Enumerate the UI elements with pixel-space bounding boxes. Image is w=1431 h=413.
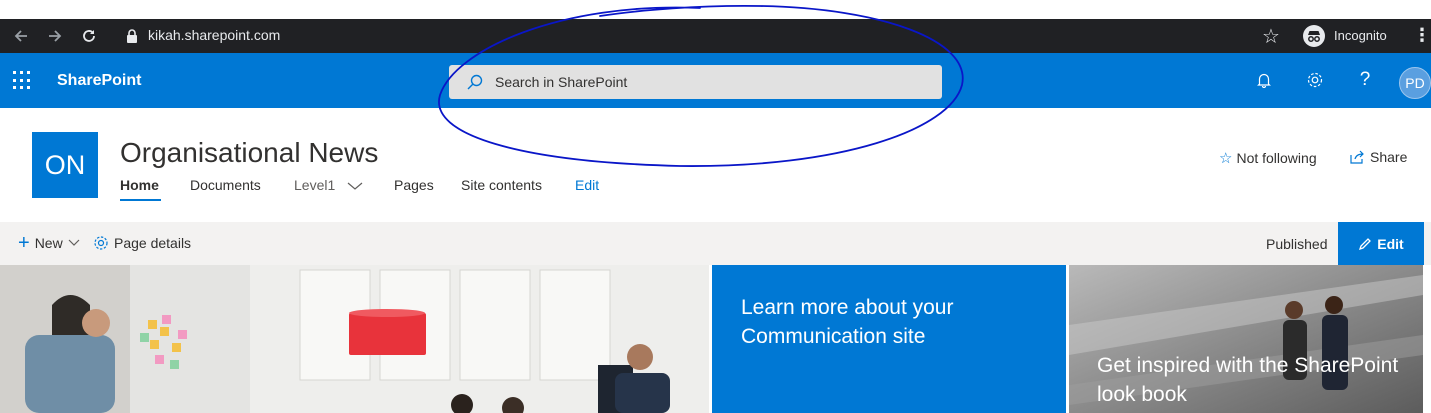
nav-item-site-contents[interactable]: Site contents <box>461 177 542 193</box>
share-label: Share <box>1370 149 1408 165</box>
plus-icon: + <box>18 232 30 254</box>
nav-edit-link[interactable]: Edit <box>575 177 599 193</box>
notifications-button[interactable] <box>1253 69 1275 91</box>
nav-item-level1[interactable]: Level1 <box>294 177 363 193</box>
gear-icon <box>1307 72 1323 88</box>
app-launcher-icon[interactable] <box>13 71 32 90</box>
suite-bar: SharePoint Search in SharePoint ? PD <box>0 53 1431 108</box>
avatar[interactable]: PD <box>1399 67 1431 99</box>
edit-label: Edit <box>1377 235 1404 252</box>
arrow-right-icon <box>49 30 62 42</box>
share-button[interactable]: Share <box>1350 149 1407 165</box>
nav-item-home[interactable]: Home <box>120 177 159 193</box>
chevron-down-icon <box>68 239 80 246</box>
publish-status: Published <box>1266 236 1328 252</box>
edit-page-button[interactable]: Edit <box>1338 222 1424 265</box>
search-box[interactable]: Search in SharePoint <box>449 65 942 99</box>
nav-item-level1-label: Level1 <box>294 177 336 193</box>
chevron-down-icon <box>347 182 363 191</box>
hero-tile-communication-text: Learn more about your Communication site <box>741 296 954 348</box>
site-logo[interactable]: ON <box>32 132 98 198</box>
hero-tile-communication[interactable]: Learn more about your Communication site <box>712 265 1066 413</box>
incognito-label: Incognito <box>1334 28 1387 43</box>
browser-toolbar: kikah.sharepoint.com ☆ Incognito ⋮ <box>0 19 1431 53</box>
page-details-button[interactable]: Page details <box>93 235 191 251</box>
page-details-label: Page details <box>114 235 192 251</box>
reload-icon <box>83 30 95 42</box>
nav-item-pages[interactable]: Pages <box>394 177 434 193</box>
address-bar-url[interactable]: kikah.sharepoint.com <box>148 27 280 43</box>
reload-button[interactable] <box>79 26 99 46</box>
hero-tile-lookbook[interactable]: Get inspired with the SharePoint look bo… <box>1069 265 1423 413</box>
lock-icon <box>127 29 137 43</box>
hero-tile-main[interactable] <box>0 265 709 413</box>
command-bar: + New Page details Published Edit <box>0 222 1431 265</box>
kebab-menu-icon[interactable]: ⋮ <box>1413 25 1431 45</box>
forward-button[interactable] <box>45 26 65 46</box>
screenshot-root: { "browser": { "url": "kikah.sharepoint.… <box>0 0 1431 413</box>
gear-icon <box>94 236 108 250</box>
back-button[interactable] <box>11 26 31 46</box>
incognito-icon <box>1303 25 1325 47</box>
office-photo <box>0 265 709 413</box>
star-outline-icon: ☆ <box>1219 150 1233 167</box>
follow-button[interactable]: ☆ Not following <box>1219 149 1317 167</box>
search-input[interactable]: Search in SharePoint <box>495 74 627 90</box>
question-mark-icon: ? <box>1359 69 1371 90</box>
pencil-icon <box>1359 237 1372 250</box>
settings-button[interactable] <box>1304 69 1326 91</box>
nav-item-documents[interactable]: Documents <box>190 177 261 193</box>
help-button[interactable]: ? <box>1354 69 1376 91</box>
site-title[interactable]: Organisational News <box>120 137 378 169</box>
arrow-left-icon <box>14 30 27 42</box>
new-label: New <box>34 235 63 251</box>
follow-label: Not following <box>1236 150 1317 166</box>
new-button[interactable]: + New <box>18 232 80 254</box>
search-icon <box>467 74 483 90</box>
top-margin <box>0 0 1431 19</box>
bookmark-star-icon[interactable]: ☆ <box>1262 24 1280 49</box>
share-icon <box>1350 150 1364 164</box>
active-nav-underline <box>120 199 161 201</box>
brand-name[interactable]: SharePoint <box>57 72 141 90</box>
hero-tile-lookbook-text: Get inspired with the SharePoint look bo… <box>1097 354 1399 406</box>
bell-icon <box>1257 73 1271 88</box>
